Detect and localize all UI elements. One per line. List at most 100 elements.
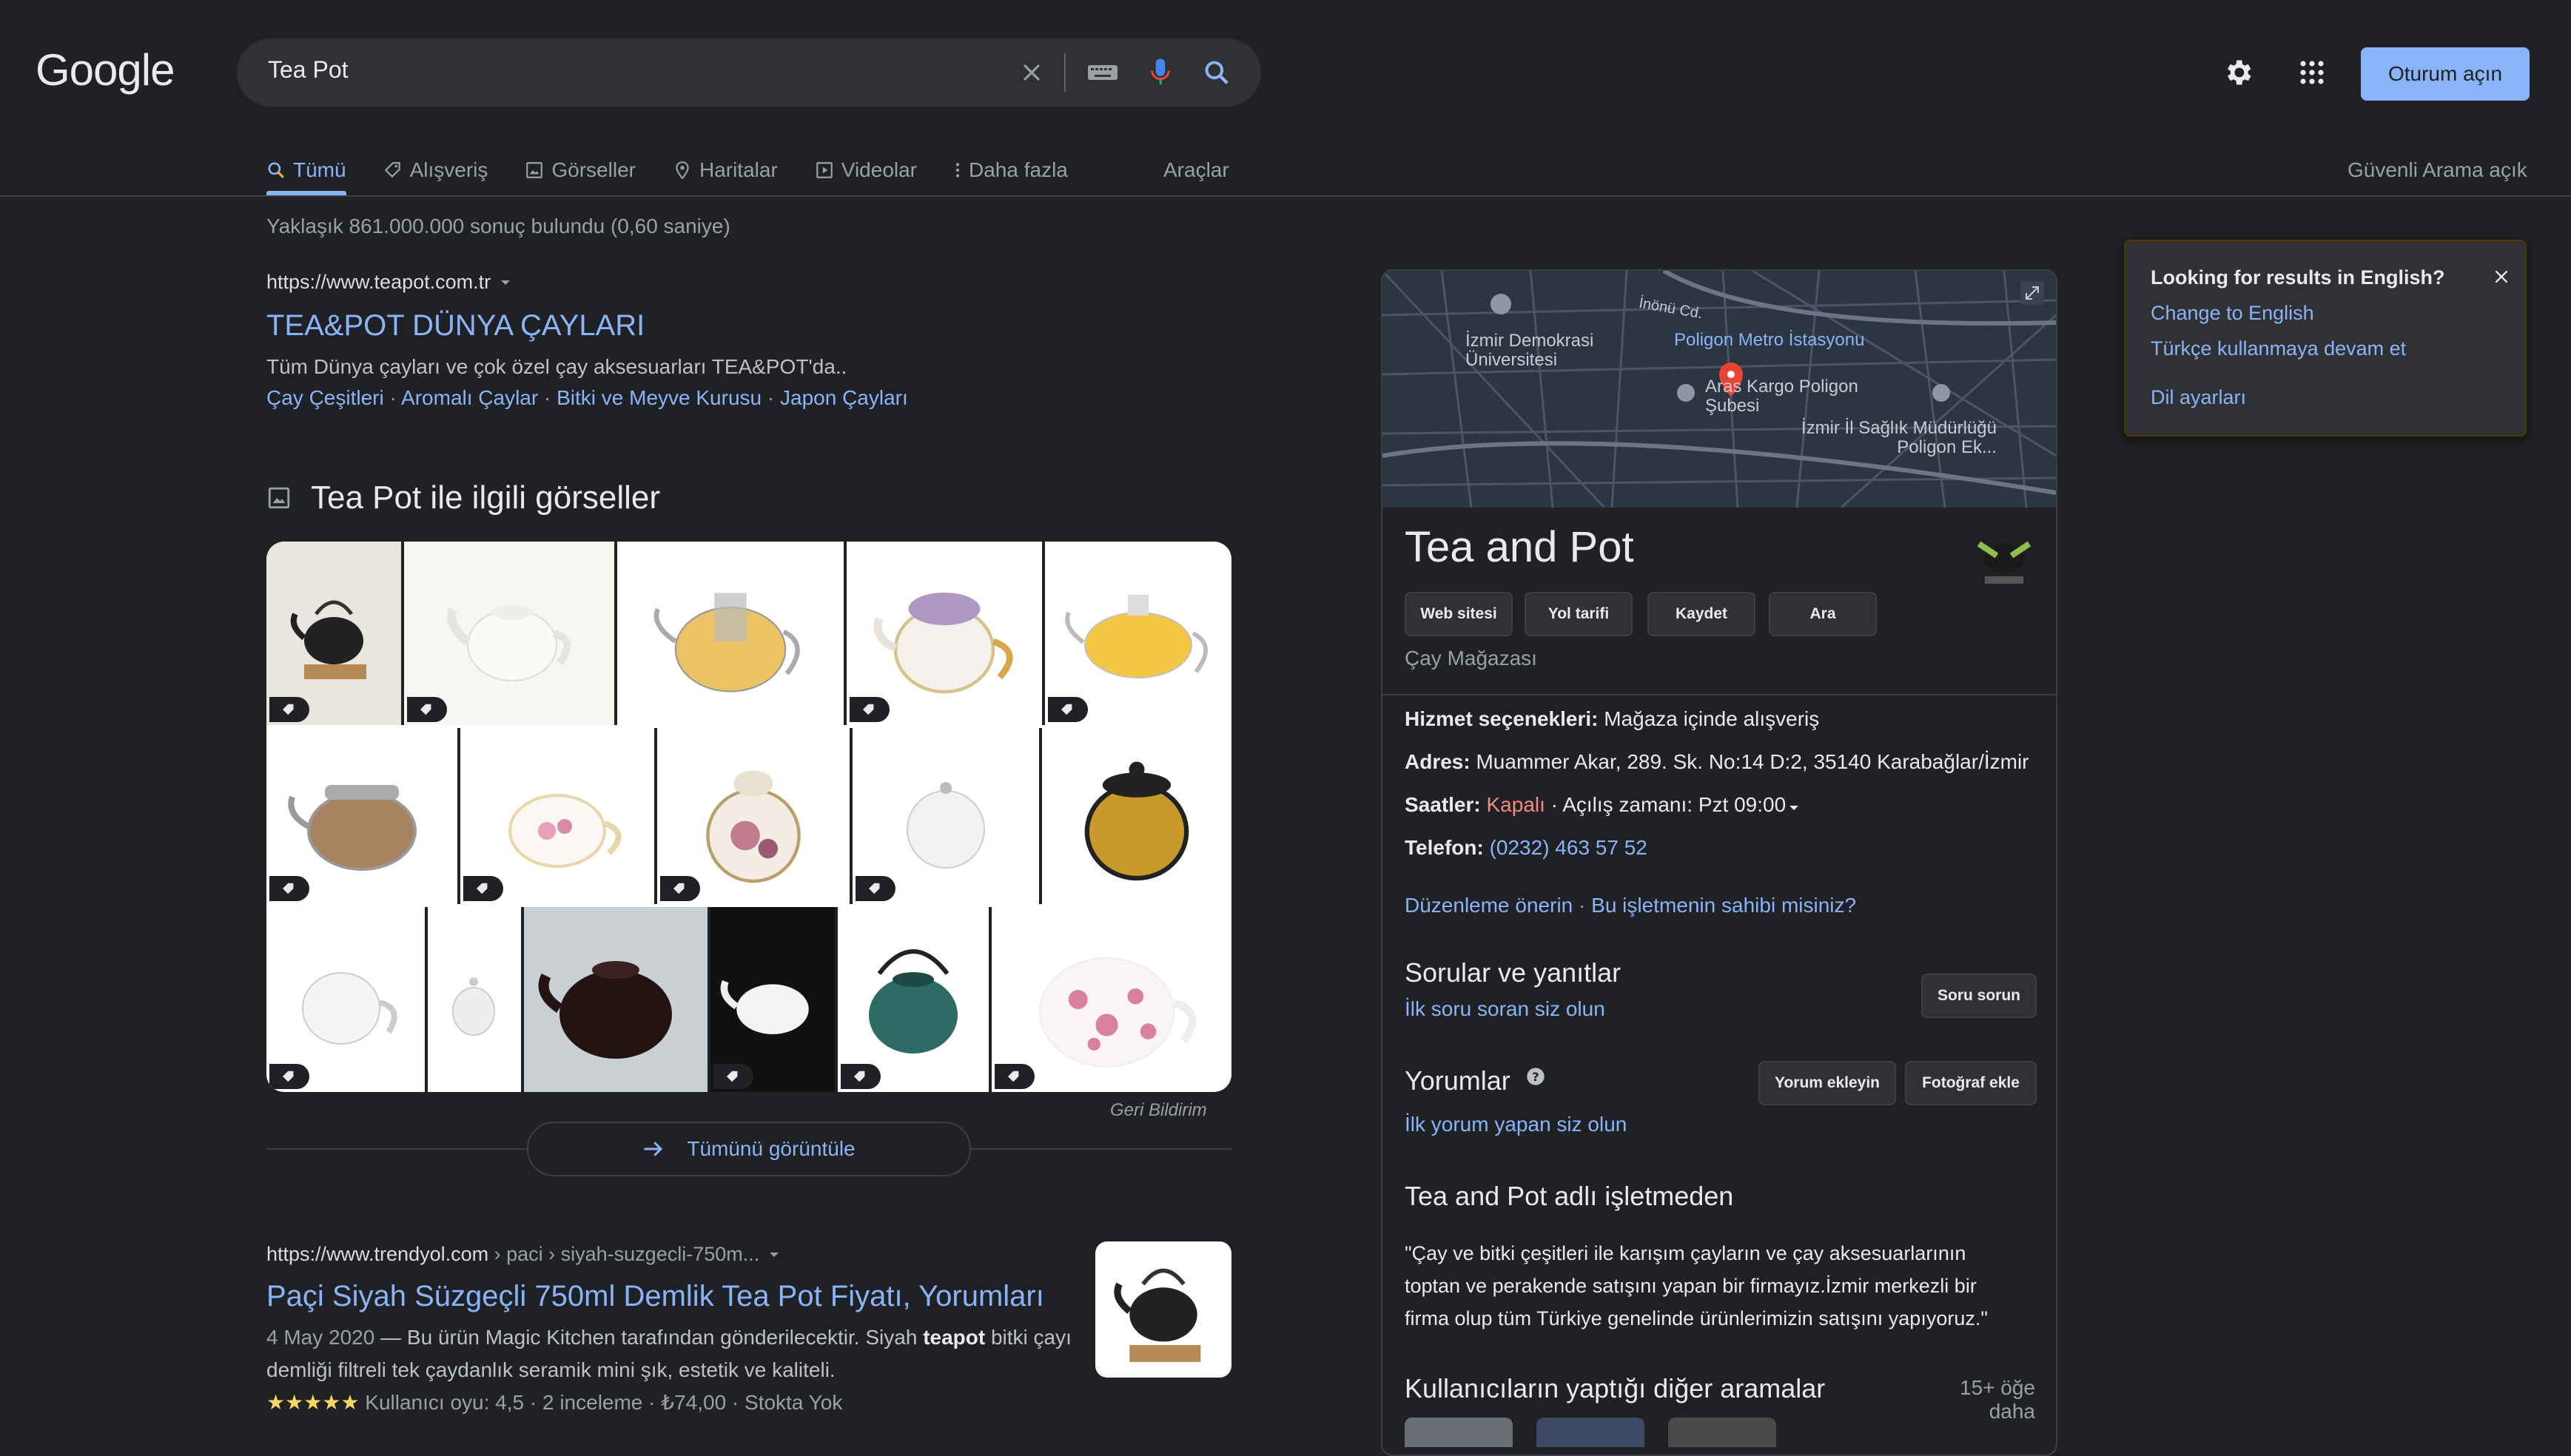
image-thumbnail[interactable] <box>524 907 710 1092</box>
clear-icon[interactable] <box>1011 52 1052 93</box>
view-all-button[interactable]: Tümünü görüntüle <box>527 1122 971 1176</box>
address-label[interactable]: Adres: <box>1405 750 1471 773</box>
website-button[interactable]: Web sitesi <box>1405 592 1513 636</box>
map-label: İzmir Demokrasi Üniversitesi <box>1465 331 1594 370</box>
continue-turkish-link[interactable]: Türkçe kullanmaya devam et <box>2151 337 2406 360</box>
result-1-title[interactable]: TEA&POT DÜNYA ÇAYLARI <box>266 309 645 343</box>
phone-link[interactable]: (0232) 463 57 52 <box>1484 836 1647 859</box>
more-items-link[interactable]: 15+ öğe daha <box>1909 1376 2035 1423</box>
close-icon[interactable] <box>2488 263 2515 290</box>
result-1-snippet: Tüm Dünya çayları ve çok özel çay aksesu… <box>266 355 847 378</box>
search-box[interactable]: Tea Pot <box>237 38 1261 107</box>
help-icon[interactable]: ? <box>1525 1066 1546 1087</box>
add-review-button[interactable]: Yorum ekleyin <box>1758 1061 1896 1105</box>
sitelink[interactable]: Japon Çayları <box>780 386 908 409</box>
address-value: Muammer Akar, 289. Sk. No:14 D:2, 35140 … <box>1470 750 2029 773</box>
directions-button[interactable]: Yol tarifi <box>1525 592 1633 636</box>
map-label: İzmir İl Sağlık Müdürlüğü Poligon Ek... <box>1801 418 1997 457</box>
cite-url: https://www.teapot.com.tr <box>266 271 491 293</box>
tag-icon <box>269 876 309 901</box>
business-logo[interactable] <box>1969 531 2040 590</box>
signin-button[interactable]: Oturum açın <box>2361 47 2530 101</box>
image-thumbnail[interactable] <box>266 728 460 904</box>
image-thumbnail[interactable] <box>710 907 838 1092</box>
image-thumbnail[interactable] <box>617 542 847 725</box>
search-icon <box>268 162 284 178</box>
change-to-english-link[interactable]: Change to English <box>2151 302 2314 325</box>
qa-link[interactable]: İlk soru soran siz olun <box>1405 997 1605 1021</box>
image-thumbnail[interactable] <box>266 907 428 1092</box>
result-2-thumbnail[interactable] <box>1095 1241 1231 1378</box>
caret-down-icon[interactable] <box>1789 804 1799 812</box>
arrow-right-icon <box>644 1142 663 1156</box>
save-button[interactable]: Kaydet <box>1647 592 1755 636</box>
image-thumbnail[interactable] <box>847 542 1045 725</box>
search-icon[interactable] <box>1196 52 1237 93</box>
sitelink[interactable]: Bitki ve Meyve Kurusu <box>557 386 762 409</box>
language-settings-link[interactable]: Dil ayarları <box>2151 386 2246 409</box>
related-thumbnail[interactable] <box>1668 1418 1776 1447</box>
hours-row[interactable]: Saatler: Kapalı · Açılış zamanı: Pzt 09:… <box>1405 793 1799 817</box>
search-tabs: Tümü Alışveriş Görseller Haritalar Video… <box>266 148 1105 197</box>
rating-text: Kullanıcı oyu: 4,5 · 2 inceleme · ₺74,00… <box>359 1391 843 1414</box>
image-thumbnail[interactable] <box>460 728 657 904</box>
edit-links: Düzenleme önerin · Bu işletmenin sahibi … <box>1405 894 1857 917</box>
image-thumbnail[interactable] <box>428 907 524 1092</box>
search-input[interactable]: Tea Pot <box>268 56 349 84</box>
tag-icon <box>269 1064 309 1089</box>
cite-path: › paci › siyah-suzgecli-750m... <box>488 1243 760 1265</box>
svg-text:?: ? <box>1532 1070 1539 1084</box>
tab-images[interactable]: Görseller <box>525 148 636 192</box>
tab-shopping[interactable]: Alışveriş <box>383 148 488 192</box>
chevron-down-icon[interactable] <box>768 1251 780 1258</box>
image-thumbnail[interactable] <box>404 542 617 725</box>
result-2-cite[interactable]: https://www.trendyol.com › paci › siyah-… <box>266 1243 780 1266</box>
related-thumbnail[interactable] <box>1536 1418 1644 1447</box>
image-thumbnail[interactable] <box>657 728 853 904</box>
image-thumbnail[interactable] <box>838 907 992 1092</box>
image-thumbnail[interactable] <box>992 907 1231 1092</box>
sitelink[interactable]: Çay Çeşitleri <box>266 386 384 409</box>
add-photo-button[interactable]: Fotoğraf ekle <box>1905 1061 2037 1105</box>
image-thumbnail[interactable] <box>1042 728 1231 904</box>
safesearch-link[interactable]: Güvenli Arama açık <box>2347 148 2527 192</box>
tools-button[interactable]: Araçlar <box>1163 148 1229 192</box>
result-1-cite[interactable]: https://www.teapot.com.tr <box>266 271 511 294</box>
snippet-text: demliği filtreli tek çaydanlık seramik m… <box>266 1358 836 1381</box>
google-logo[interactable]: Google <box>36 44 175 95</box>
sitelink[interactable]: Aromalı Çaylar <box>401 386 538 409</box>
image-thumbnail[interactable] <box>1045 542 1231 725</box>
feedback-link[interactable]: Geri Bildirim <box>1110 1100 1207 1121</box>
black-teapot-icon <box>538 961 672 1059</box>
gear-icon[interactable] <box>2217 52 2259 93</box>
tab-more[interactable]: Daha fazla <box>954 148 1068 192</box>
ask-question-button[interactable]: Soru sorun <box>1921 974 2037 1018</box>
microphone-icon[interactable] <box>1140 52 1181 93</box>
image-thumbnail[interactable] <box>853 728 1042 904</box>
result-2-title[interactable]: Paçi Siyah Süzgeçli 750ml Demlik Tea Pot… <box>266 1280 1044 1313</box>
view-all-label: Tümünü görüntüle <box>687 1137 856 1160</box>
tag-icon <box>1048 697 1088 722</box>
mrs-potts-teapot-icon <box>873 593 1013 694</box>
suggest-edit-link[interactable]: Düzenleme önerin <box>1405 894 1573 917</box>
more-vert-icon <box>955 163 960 178</box>
call-button[interactable]: Ara <box>1769 592 1877 636</box>
own-business-link[interactable]: Bu işletmenin sahibi misiniz? <box>1591 894 1856 917</box>
cast-iron-teapot-icon <box>869 949 958 1054</box>
rating-stars-icon: ★★★★★ <box>266 1391 360 1414</box>
tab-all[interactable]: Tümü <box>266 148 346 195</box>
keyboard-icon[interactable] <box>1082 52 1123 93</box>
reviews-title: Yorumlar ? <box>1405 1065 1546 1096</box>
tab-maps[interactable]: Haritalar <box>673 148 778 192</box>
tab-videos[interactable]: Videolar <box>815 148 917 192</box>
apps-grid-icon[interactable] <box>2291 52 2333 93</box>
reviews-link[interactable]: İlk yorum yapan siz olun <box>1405 1113 1627 1136</box>
map-preview[interactable]: İzmir Demokrasi Üniversitesi Poligon Met… <box>1382 271 2056 508</box>
image-icon <box>268 487 290 509</box>
images-heading-text: Tea Pot ile ilgili görseller <box>311 479 660 516</box>
image-thumbnail[interactable] <box>266 542 404 725</box>
qa-title: Sorular ve yanıtlar <box>1405 957 1621 988</box>
related-thumbnail[interactable] <box>1405 1418 1513 1447</box>
white-teapot-icon <box>907 782 985 869</box>
chevron-down-icon[interactable] <box>500 279 511 286</box>
